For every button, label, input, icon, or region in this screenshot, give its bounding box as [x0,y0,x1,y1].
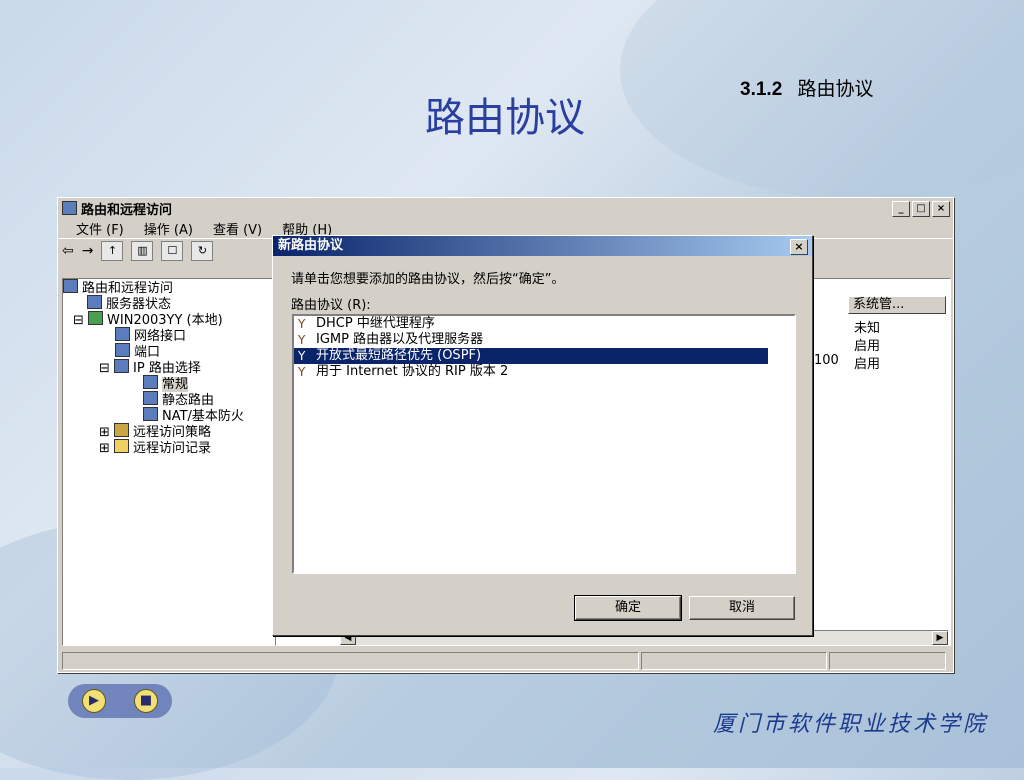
ports-icon [115,343,130,357]
tree-item-remote-access-policies[interactable]: ⊞ 远程访问策略 [63,423,275,440]
server-icon [63,279,78,293]
section-heading: 3.1.2 路由协议 [740,74,874,101]
collapse-icon[interactable]: ⊟ [99,361,114,376]
protocol-list[interactable]: Y DHCP 中继代理程序 Y IGMP 路由器以及代理服务器 Y 开放式最短路径优先… [292,314,796,574]
stop-icon[interactable]: ■ [134,689,158,713]
dialog-titlebar[interactable]: 新路由协议 × [273,236,812,256]
nat-icon [143,407,158,421]
status-bar [62,652,946,670]
protocol-item-dhcp[interactable]: Y DHCP 中继代理程序 [294,316,794,332]
general-icon [143,375,158,389]
maximize-button[interactable]: □ [912,201,930,217]
network-interface-icon [115,327,130,341]
minimize-button[interactable]: _ [892,201,910,217]
nav-pill: ▶ ■ [68,684,172,718]
tree-item-general[interactable]: 常规 [63,375,275,392]
protocol-list-label: 路由协议 (R): [291,298,371,313]
policy-icon [114,423,130,437]
dialog-prompt: 请单击您想要添加的路由协议，然后按“确定”。 [291,272,565,287]
row-status: 启用 [854,339,881,354]
close-button[interactable]: × [932,201,950,217]
router-icon: Y [298,333,306,347]
window-title: 路由和远程访问 [81,202,173,218]
slide-title: 路由协议 [425,95,585,141]
expand-icon[interactable]: ⊞ [99,425,114,440]
server-status-icon [87,295,102,309]
ok-button[interactable]: 确定 [574,595,682,621]
footer-institution: 厦门市软件职业技术学院 [712,712,988,737]
tree-item-network-interfaces[interactable]: 网络接口 [63,327,275,344]
protocol-item-rip[interactable]: Y 用于 Internet 协议的 RIP 版本 2 [294,364,794,380]
cancel-button[interactable]: 取消 [689,596,795,620]
tree-item-ip-routing[interactable]: ⊟ IP 路由选择 [63,359,275,376]
router-icon: Y [298,317,306,331]
tree-item-static-routes[interactable]: 静态路由 [63,391,275,408]
tree-item-remote-access-logging[interactable]: ⊞ 远程访问记录 [63,439,275,456]
expand-icon[interactable]: ⊞ [99,441,114,456]
play-icon[interactable]: ▶ [82,689,106,713]
up-folder-icon[interactable]: ↑ [101,241,124,261]
dialog-title: 新路由协议 [278,238,344,253]
window-titlebar[interactable]: 路由和远程访问 _ □ × [58,198,953,218]
tree-item-root[interactable]: 路由和远程访问 [63,279,275,296]
protocol-item-ospf[interactable]: Y 开放式最短路径优先 (OSPF) [294,348,768,364]
server-running-icon [88,311,104,325]
new-routing-protocol-dialog: 新路由协议 × 请单击您想要添加的路由协议，然后按“确定”。 路由协议 (R):… [272,235,813,636]
tree-item-server-status[interactable]: 服务器状态 [63,295,275,312]
ip-routing-icon [114,359,130,373]
refresh-icon[interactable]: ↻ [191,241,214,261]
properties-icon[interactable]: ☐ [161,241,184,261]
row-number: 100 [814,353,839,368]
tree-item-nat[interactable]: NAT/基本防火 [63,407,275,424]
status-panel [641,652,827,670]
row-status: 未知 [854,321,881,336]
show-tree-icon[interactable]: ▥ [131,241,154,261]
status-panel [62,652,640,670]
protocol-item-igmp[interactable]: Y IGMP 路由器以及代理服务器 [294,332,794,348]
forward-arrow-icon[interactable]: → [82,243,94,259]
console-tree: 路由和远程访问 服务器状态 ⊟ WIN2003YY (本地) 网络接口 端口 ⊟… [62,278,276,646]
back-arrow-icon[interactable]: ⇦ [62,243,74,259]
menu-view[interactable]: 查看 (V) [213,219,262,238]
router-icon: Y [298,365,306,379]
column-header-admin-status[interactable]: 系统管... [848,296,946,314]
tree-item-ports[interactable]: 端口 [63,343,275,360]
static-routes-icon [143,391,158,405]
tree-item-local-server[interactable]: ⊟ WIN2003YY (本地) [63,311,275,328]
slide-nav: ▶ ■ [68,684,172,718]
dialog-close-button[interactable]: × [790,239,808,255]
menu-file[interactable]: 文件 (F) [76,219,124,238]
server-icon [62,201,77,215]
section-title: 路由协议 [797,79,874,100]
menu-action[interactable]: 操作 (A) [144,219,193,238]
collapse-icon[interactable]: ⊟ [73,313,88,328]
router-icon: Y [298,349,306,363]
folder-icon [114,439,130,453]
status-panel [828,652,946,670]
scroll-right-arrow-icon[interactable]: ▶ [932,631,948,645]
section-number: 3.1.2 [740,79,783,100]
row-status: 启用 [854,357,881,372]
